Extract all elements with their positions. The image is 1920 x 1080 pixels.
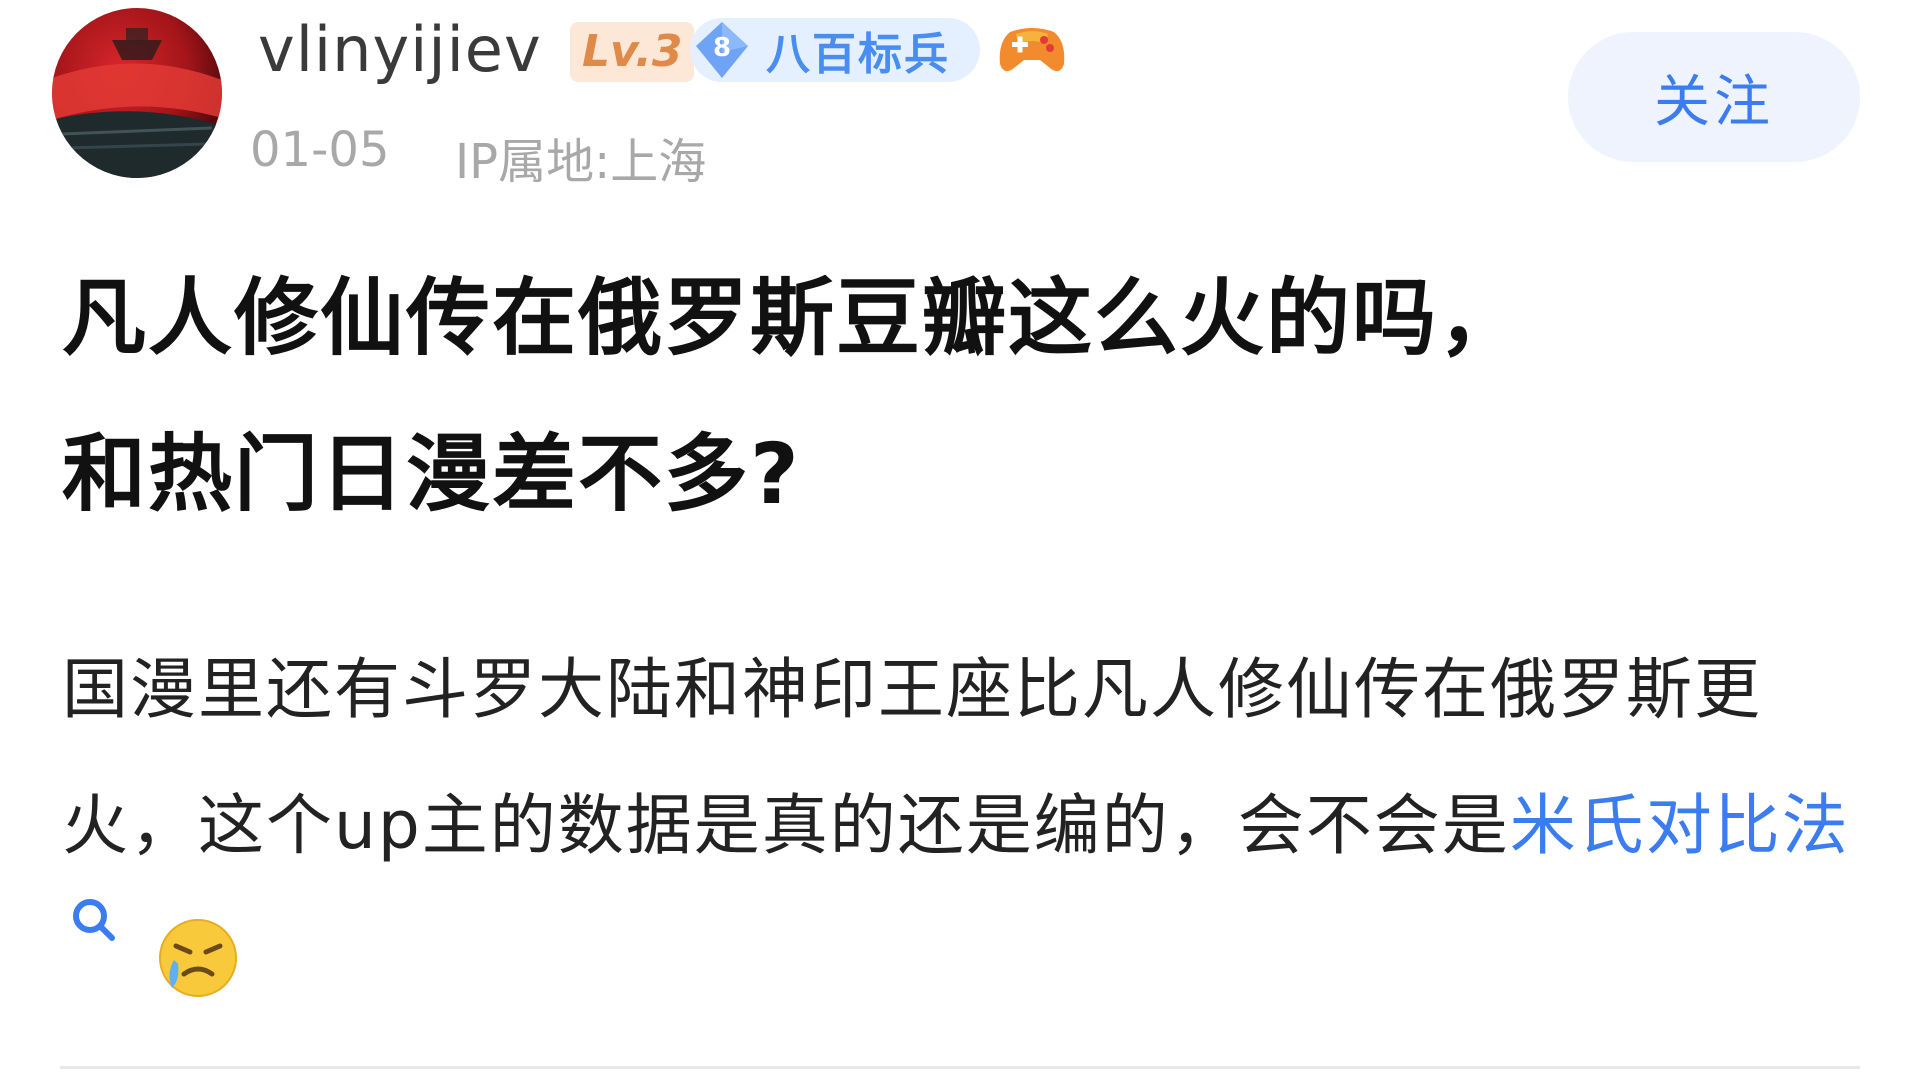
post-title-line2: 和热门日漫差不多? xyxy=(62,425,801,523)
follow-button[interactable]: 关注 xyxy=(1568,32,1860,162)
search-icon xyxy=(73,899,115,941)
avatar[interactable] xyxy=(52,8,222,178)
gamepad-icon xyxy=(999,28,1065,72)
post-body-text: 国漫里还有斗罗大陆和神印王座比凡人修仙传在俄罗斯更火，这个up主的数据是真的还是… xyxy=(62,651,1762,864)
post-title: 凡人修仙传在俄罗斯豆瓣这么火的吗， 和热门日漫差不多? xyxy=(62,240,1802,552)
rank-title: 八百标兵 xyxy=(766,29,950,80)
search-link-label: 米氏对比法 xyxy=(1509,787,1850,864)
username[interactable]: vlinyijiev xyxy=(258,14,542,86)
ip-location: IP属地:上海 xyxy=(455,134,707,190)
post-date: 01-05 xyxy=(250,122,390,178)
post-body: 国漫里还有斗罗大陆和神印王座比凡人修仙传在俄罗斯更火，这个up主的数据是真的还是… xyxy=(62,622,1872,1032)
rank-number: 8 xyxy=(713,33,731,63)
gem-badge-icon: 8 xyxy=(696,22,748,78)
level-badge: Lv.3 xyxy=(570,22,695,82)
post-card: vlinyijiev Lv.3 8 八百标兵 01-05 IP属地:上海 关注 … xyxy=(0,0,1920,1080)
rank-badge[interactable]: 8 八百标兵 xyxy=(690,18,980,82)
post-title-line1: 凡人修仙传在俄罗斯豆瓣这么火的吗， xyxy=(62,269,1525,367)
crying-emoji-icon xyxy=(159,919,237,997)
avatar-image xyxy=(52,28,222,178)
divider xyxy=(60,1066,1860,1080)
